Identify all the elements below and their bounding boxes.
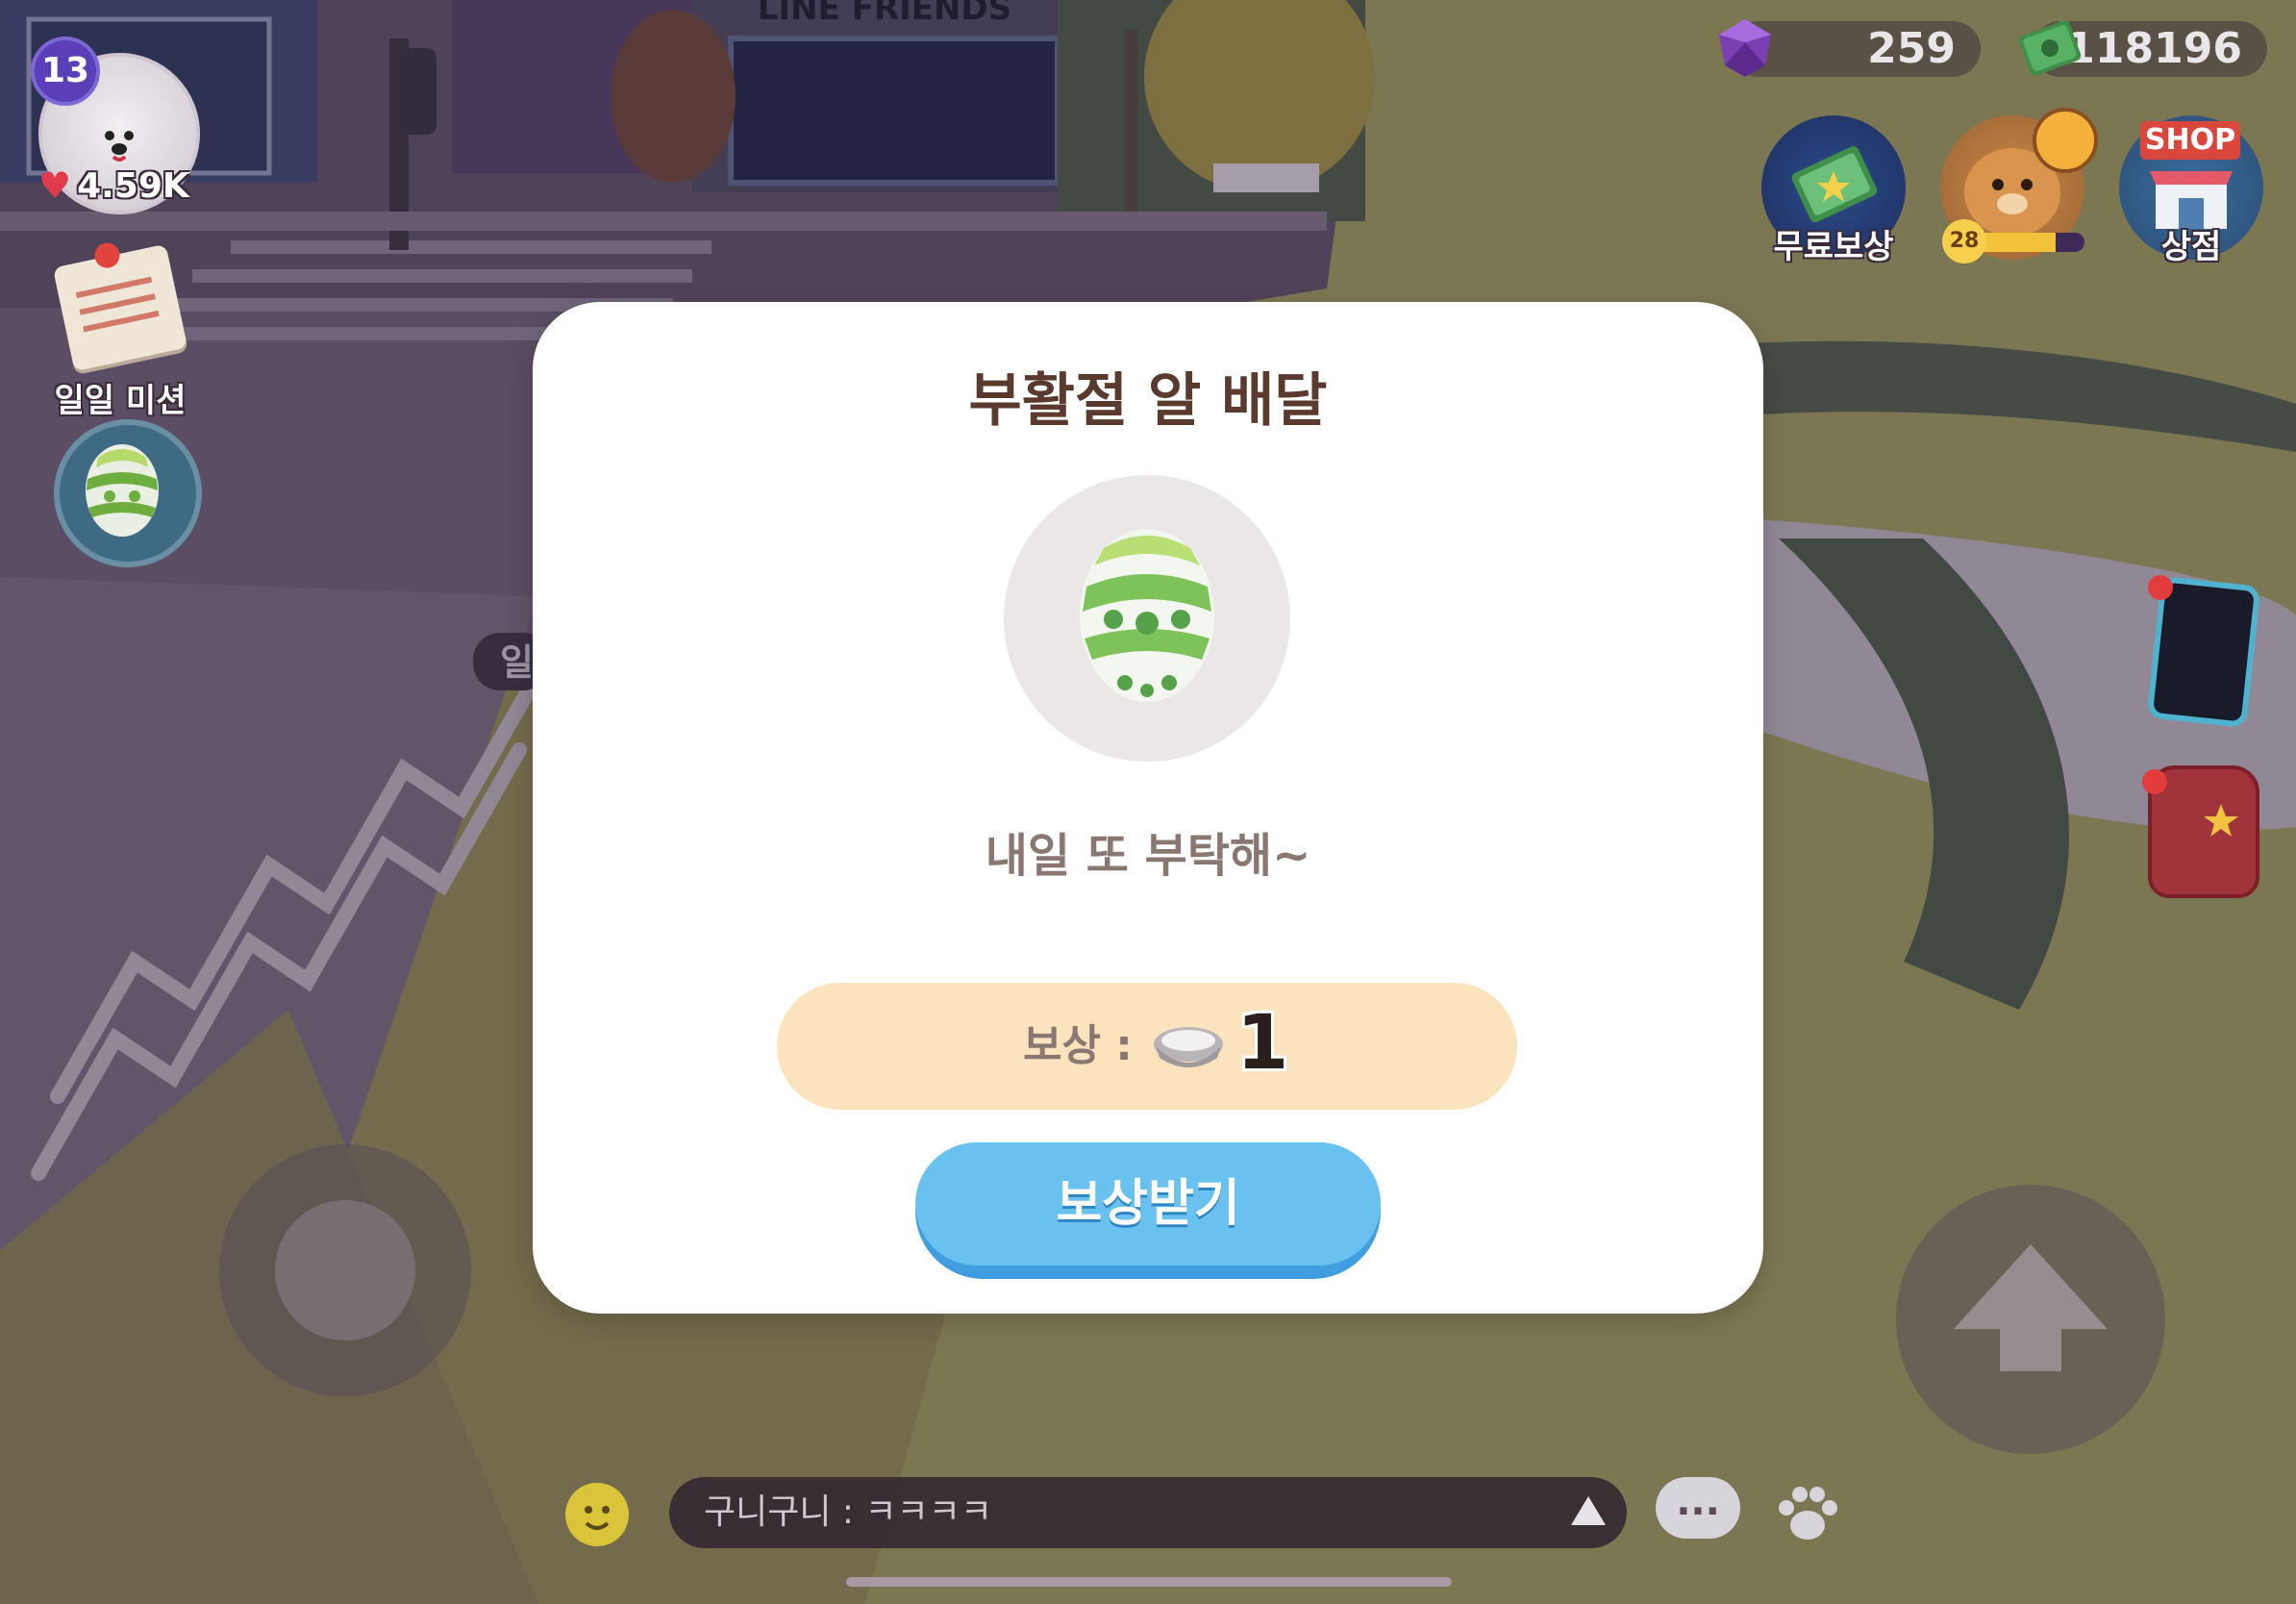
heart-icon: ♥ — [38, 164, 72, 207]
backpack-notification-dot — [2142, 769, 2167, 794]
likes-counter: ♥ 4.59K — [38, 162, 189, 210]
likes-value: 4.59K — [77, 165, 189, 206]
reward-count: 1 — [1236, 1000, 1289, 1087]
free-reward-button[interactable]: 무료보상 — [1761, 115, 1906, 266]
jump-button[interactable] — [1896, 1185, 2165, 1454]
bowl-icon — [1154, 1027, 1223, 1067]
level-badge: 13 — [31, 37, 100, 106]
chat-message: 구니구니 : ㅋㅋㅋㅋ — [704, 1492, 992, 1532]
chat-input-bar[interactable]: 구니구니 : ㅋㅋㅋㅋ — [669, 1477, 1627, 1548]
chat-expand-icon[interactable] — [1571, 1496, 1606, 1525]
easter-egg-icon — [1080, 529, 1214, 702]
arrow-up-icon — [1954, 1244, 2108, 1371]
chat-bubble-icon[interactable]: ... — [1656, 1477, 1740, 1539]
claim-reward-label: 보상받기 — [915, 1142, 1381, 1266]
mission-note-icon — [52, 240, 188, 372]
dialog-message: 내일 또 부탁해~ — [985, 829, 1311, 883]
gem-counter[interactable]: 259 — [1719, 19, 1981, 77]
easter-egg-quest-button[interactable] — [54, 419, 202, 567]
shop-label: 상점 — [2160, 228, 2222, 266]
gem-value: 259 — [1867, 24, 1956, 73]
daily-mission-label: 일일 미션 — [54, 382, 187, 420]
pet-level-number: 28 — [1942, 219, 1986, 263]
dog-icon — [105, 131, 134, 162]
pet-progress-bar — [1969, 233, 2084, 252]
cash-value: 118196 — [2065, 24, 2242, 73]
emote-icon[interactable] — [565, 1483, 629, 1546]
star-icon — [2204, 804, 2238, 837]
gift-icon — [2033, 108, 2098, 173]
home-indicator[interactable] — [846, 1577, 1452, 1587]
gem-icon — [1719, 19, 1771, 77]
pet-level-button[interactable]: 28 — [1940, 108, 2098, 263]
egg-image-circle — [1004, 475, 1290, 762]
reward-panel: 보상 : 1 — [777, 983, 1517, 1110]
claim-reward-button[interactable]: 보상받기 — [915, 1142, 1381, 1279]
dialog-title: 부활절 알 배달 — [968, 367, 1328, 435]
cash-icon — [2018, 20, 2082, 76]
phone-notification-dot — [2148, 575, 2173, 600]
movement-joystick[interactable] — [219, 1144, 471, 1396]
free-reward-label: 무료보상 — [1773, 228, 1894, 266]
joystick-knob[interactable] — [275, 1200, 415, 1341]
reward-label: 보상 : — [1023, 1021, 1133, 1070]
easter-egg-icon — [86, 444, 159, 537]
daily-mission-button[interactable]: 일일 미션 — [38, 240, 202, 421]
easter-egg-delivery-dialog: 부활절 알 배달 내일 또 부탁해~ 보상 : 1 보상받기 — [533, 302, 1763, 1314]
cash-counter[interactable]: 118196 — [2018, 20, 2267, 77]
shop-button[interactable]: SHOP 상점 — [2119, 115, 2263, 266]
paw-icon[interactable] — [1769, 1475, 1846, 1552]
